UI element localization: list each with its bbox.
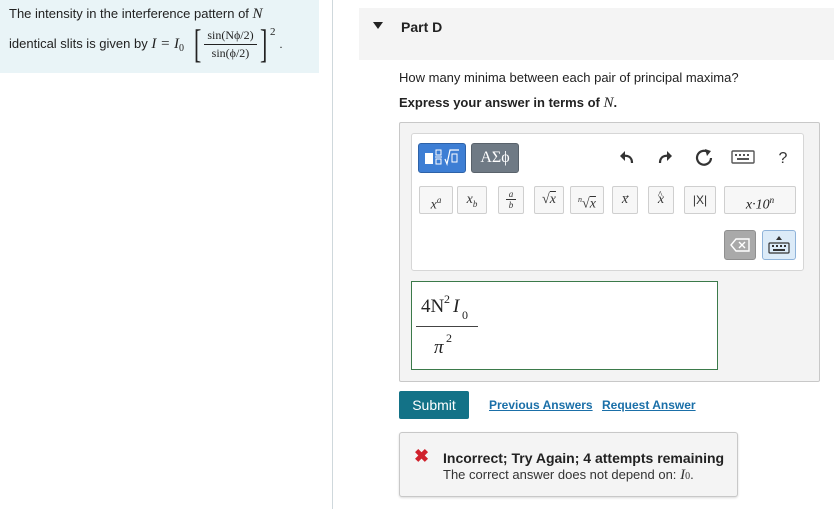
formula-fraction: sin(Nϕ/2) sin(ϕ/2): [204, 28, 257, 61]
caret-down-icon[interactable]: [373, 22, 383, 29]
superscript-button[interactable]: xa: [419, 186, 453, 214]
unit-vector-button[interactable]: x ^: [648, 186, 674, 214]
formula-denominator: sin(ϕ/2): [211, 45, 250, 60]
square-root-button[interactable]: √x: [534, 186, 564, 214]
answer-box: ΑΣϕ ? xa xb ab √x n√x x→ x^ |X| x·10n: [399, 122, 820, 382]
subscript-button[interactable]: xb: [457, 186, 487, 214]
redo-icon[interactable]: [653, 148, 677, 170]
fraction-button[interactable]: ab: [498, 186, 524, 214]
templates-icon: [425, 149, 459, 167]
absolute-value-button[interactable]: |X|: [684, 186, 716, 214]
answer-numerator: 4N 2 I 0: [416, 290, 478, 327]
question-text: How many minima between each pair of pri…: [399, 70, 739, 85]
vector-button[interactable]: x →: [612, 186, 638, 214]
delete-icon: [730, 238, 750, 252]
part-title: Part D: [401, 19, 443, 35]
feedback-title: Incorrect; Try Again; 4 attempts remaini…: [443, 450, 725, 466]
feedback-box: ✖ Incorrect; Try Again; 4 attempts remai…: [399, 432, 738, 497]
answer-denominator: π 2: [434, 331, 452, 358]
formula-exponent: 2: [269, 26, 276, 38]
show-keyboard-icon: [768, 236, 790, 254]
undo-icon[interactable]: [615, 148, 639, 170]
math-toolbar: ΑΣϕ ? xa xb ab √x n√x x → x ^ |X| x·10n: [411, 133, 804, 271]
formula-lhs: I = I: [151, 36, 179, 52]
answer-instruction: Express your answer in terms of N.: [399, 95, 618, 111]
formula-numerator: sin(Nϕ/2): [204, 28, 257, 45]
answer-fraction: 4N 2 I 0 π 2: [416, 290, 478, 365]
previous-answers-link[interactable]: Previous Answers: [489, 398, 593, 412]
feedback-detail: The correct answer does not depend on: I…: [443, 467, 694, 483]
request-answer-link[interactable]: Request Answer: [602, 398, 696, 412]
keyboard-icon[interactable]: [730, 148, 756, 170]
part-header[interactable]: Part D: [359, 8, 834, 60]
x-mark-icon: ✖: [414, 446, 430, 466]
scientific-notation-button[interactable]: x·10n: [724, 186, 796, 214]
help-button[interactable]: ?: [771, 148, 795, 170]
greek-mode-button[interactable]: ΑΣϕ: [471, 143, 519, 173]
panel-divider: [332, 0, 333, 509]
intro-text-line1: The intensity in the interference patter…: [9, 6, 263, 22]
intro-text-line2: identical slits is given by I = I0: [9, 36, 184, 54]
intensity-formula: [ sin(Nϕ/2) sin(ϕ/2) ] 2 .: [193, 21, 283, 66]
formula-lhs-sub: 0: [178, 43, 184, 54]
var-n: N: [252, 6, 263, 22]
templates-mode-button[interactable]: [418, 143, 466, 173]
reset-icon[interactable]: [692, 148, 716, 170]
problem-intro: The intensity in the interference patter…: [0, 0, 319, 73]
answer-input[interactable]: 4N 2 I 0 π 2: [411, 281, 718, 370]
submit-button[interactable]: Submit: [399, 391, 469, 419]
nth-root-button[interactable]: n√x: [570, 186, 604, 214]
delete-button[interactable]: [724, 230, 756, 260]
show-keyboard-button[interactable]: [762, 230, 796, 260]
